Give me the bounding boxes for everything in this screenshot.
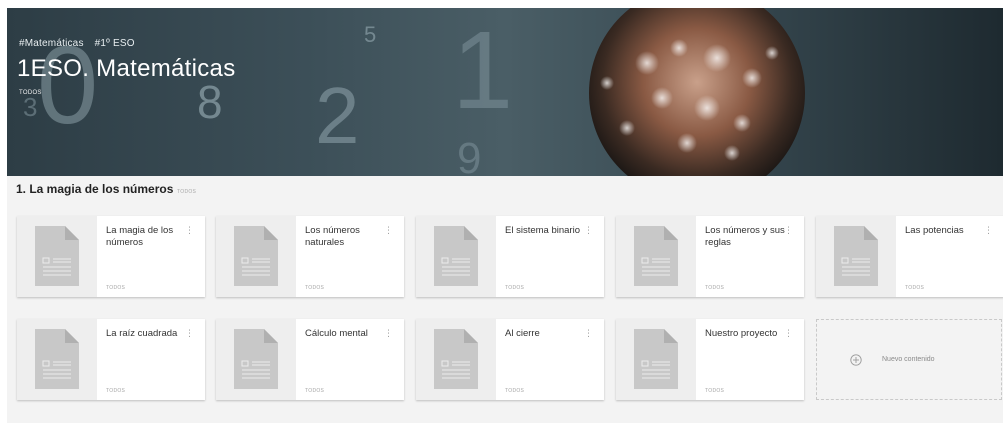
card-audience-label: TODOS: [905, 285, 925, 291]
content-card[interactable]: Cálculo mental ⋮ TODOS: [216, 319, 404, 400]
more-options-icon[interactable]: ⋮: [984, 225, 993, 236]
card-title[interactable]: La raíz cuadrada: [106, 328, 186, 340]
card-thumbnail: [17, 319, 97, 400]
content-card[interactable]: La magia de los números ⋮ TODOS: [17, 216, 205, 297]
course-banner: 0 8 5 2 1 9 3 #Matemáticas #1º ESO 1ESO.…: [7, 8, 1003, 176]
card-thumbnail: [17, 216, 97, 297]
banner-digit: 8: [197, 76, 223, 128]
more-options-icon[interactable]: ⋮: [384, 225, 393, 236]
card-title[interactable]: Los números y sus reglas: [705, 225, 785, 249]
more-options-icon[interactable]: ⋮: [584, 328, 593, 339]
new-content-button[interactable]: Nuevo contenido: [816, 319, 1002, 400]
section-title[interactable]: 1. La magia de los números: [16, 182, 173, 196]
card-title[interactable]: Los números naturales: [305, 225, 385, 249]
tag[interactable]: #1º ESO: [95, 38, 135, 49]
card-thumbnail: [616, 319, 696, 400]
card-title[interactable]: Cálculo mental: [305, 328, 385, 340]
card-title[interactable]: La magia de los números: [106, 225, 186, 249]
card-audience-label: TODOS: [505, 285, 525, 291]
section-audience-label: TODOS: [177, 189, 197, 195]
card-thumbnail: [416, 319, 496, 400]
banner-decoration: 0 8 5 2 1 9 3: [23, 8, 805, 176]
card-thumbnail: [416, 216, 496, 297]
more-options-icon[interactable]: ⋮: [584, 225, 593, 236]
banner-digit: 9: [457, 134, 481, 176]
document-icon: [834, 226, 878, 286]
card-audience-label: TODOS: [505, 388, 525, 394]
document-icon: [234, 329, 278, 389]
document-icon: [434, 329, 478, 389]
document-icon: [35, 329, 79, 389]
banner-digit: 2: [315, 71, 360, 160]
card-audience-label: TODOS: [106, 285, 126, 291]
document-icon: [634, 329, 678, 389]
card-thumbnail: [216, 319, 296, 400]
card-audience-label: TODOS: [705, 285, 725, 291]
document-icon: [234, 226, 278, 286]
audience-label: TODOS: [19, 90, 42, 96]
content-card[interactable]: Nuestro proyecto ⋮ TODOS: [616, 319, 804, 400]
banner-digit: 5: [364, 22, 376, 47]
card-title[interactable]: Las potencias: [905, 225, 985, 237]
banner-digit: 1: [452, 9, 513, 132]
card-audience-label: TODOS: [305, 388, 325, 394]
content-card[interactable]: Los números naturales ⋮ TODOS: [216, 216, 404, 297]
more-options-icon[interactable]: ⋮: [784, 328, 793, 339]
more-options-icon[interactable]: ⋮: [185, 225, 194, 236]
tag[interactable]: #Matemáticas: [19, 38, 84, 49]
card-audience-label: TODOS: [106, 388, 126, 394]
content-card[interactable]: Las potencias ⋮ TODOS: [816, 216, 1003, 297]
card-audience-label: TODOS: [305, 285, 325, 291]
new-content-label: Nuevo contenido: [882, 356, 935, 363]
card-title[interactable]: Nuestro proyecto: [705, 328, 785, 340]
bokeh-sphere: [589, 8, 805, 176]
more-options-icon[interactable]: ⋮: [784, 225, 793, 236]
more-options-icon[interactable]: ⋮: [185, 328, 194, 339]
document-icon: [634, 226, 678, 286]
more-options-icon[interactable]: ⋮: [384, 328, 393, 339]
content-card[interactable]: Al cierre ⋮ TODOS: [416, 319, 604, 400]
card-thumbnail: [216, 216, 296, 297]
document-icon: [434, 226, 478, 286]
content-card[interactable]: El sistema binario ⋮ TODOS: [416, 216, 604, 297]
plus-circle-icon: [850, 354, 862, 366]
banner-digit: 3: [23, 92, 37, 122]
content-card[interactable]: Los números y sus reglas ⋮ TODOS: [616, 216, 804, 297]
card-title[interactable]: El sistema binario: [505, 225, 585, 237]
card-title[interactable]: Al cierre: [505, 328, 585, 340]
content-card[interactable]: La raíz cuadrada ⋮ TODOS: [17, 319, 205, 400]
card-thumbnail: [816, 216, 896, 297]
document-icon: [35, 226, 79, 286]
card-audience-label: TODOS: [705, 388, 725, 394]
card-thumbnail: [616, 216, 696, 297]
banner-tags: #Matemáticas #1º ESO: [19, 38, 143, 49]
course-title: 1ESO. Matemáticas: [17, 55, 236, 82]
